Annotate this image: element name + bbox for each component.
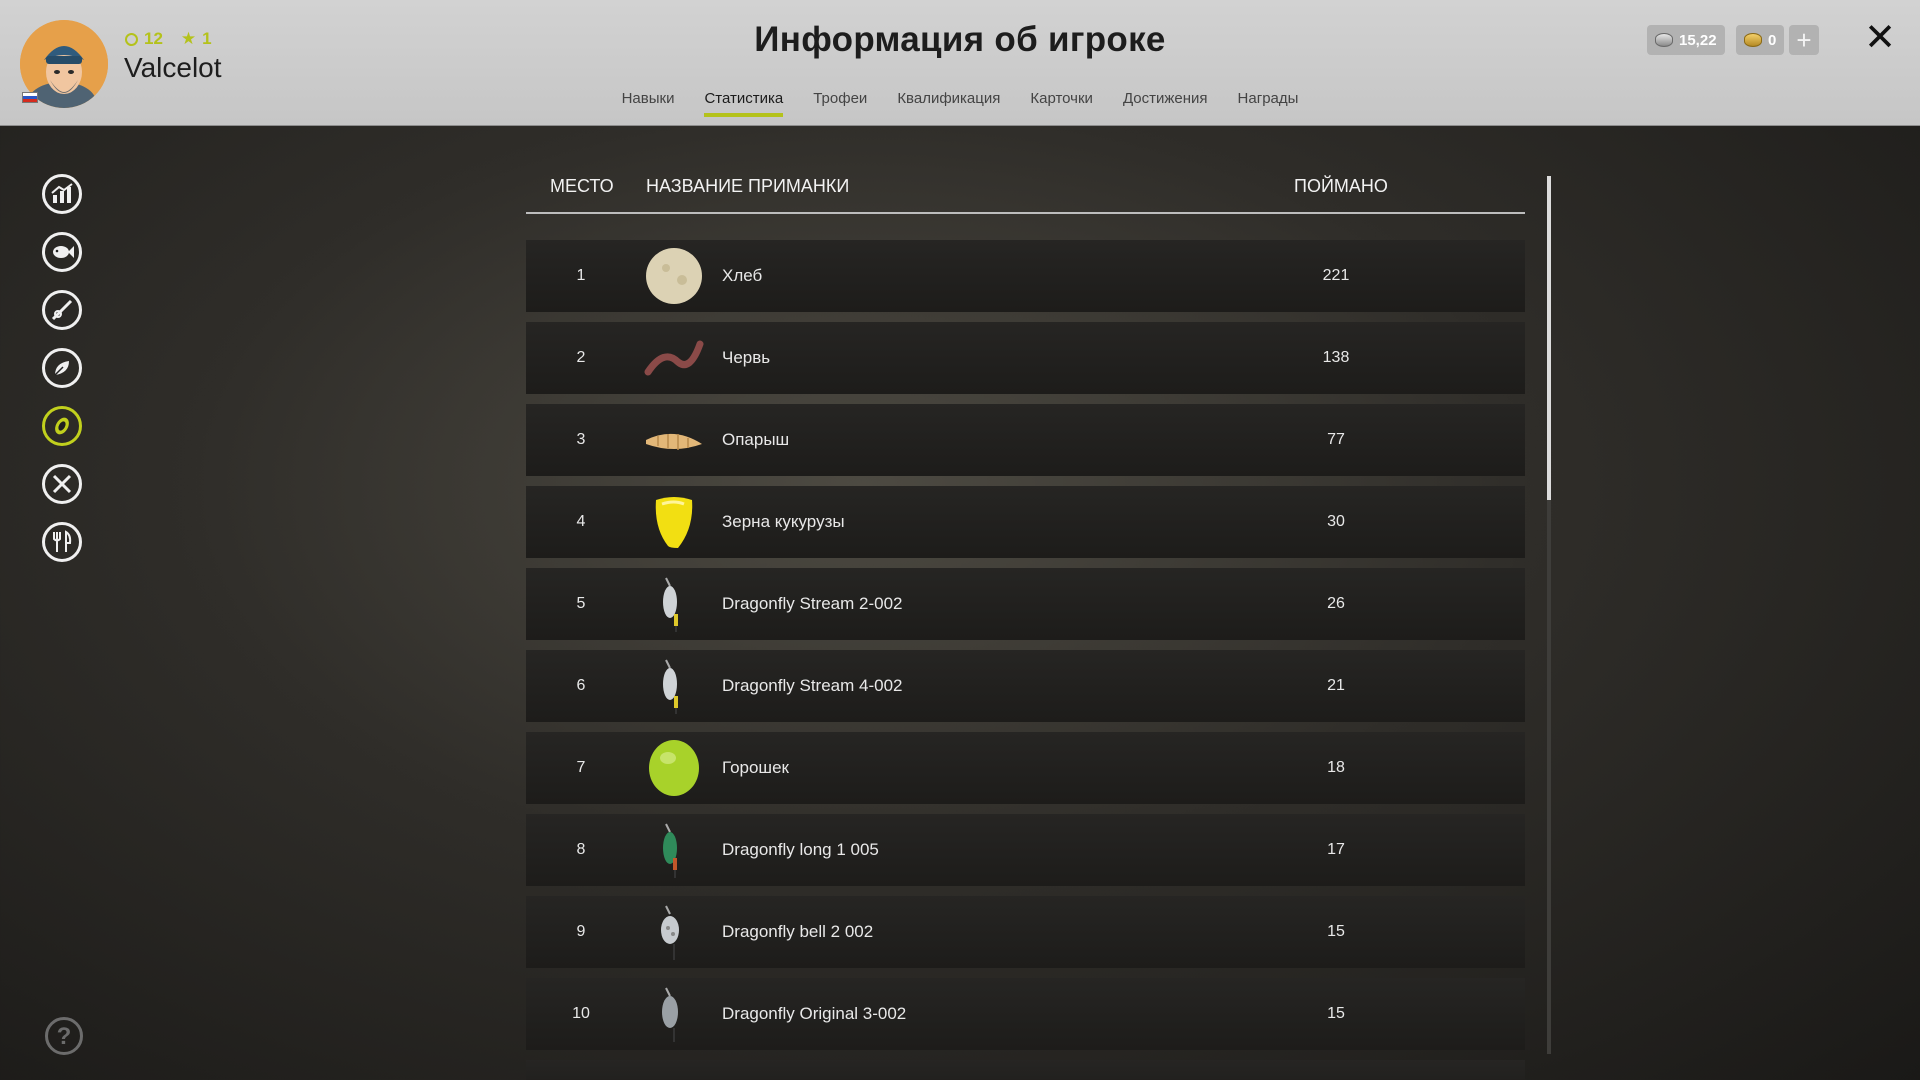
gold-balance: 0 (1736, 25, 1785, 55)
table-row[interactable]: 10 Dragonfly Original 3-002 15 (526, 978, 1525, 1050)
help-button[interactable]: ? (45, 1017, 83, 1055)
gold-amount: 0 (1768, 31, 1777, 49)
tab-rewards[interactable]: Награды (1238, 88, 1299, 117)
row-place: 2 (576, 349, 586, 366)
row-bait-name: Зерна кукурузы (722, 512, 845, 531)
corn-icon (644, 492, 704, 552)
bait-icon[interactable] (42, 348, 82, 388)
add-currency-button[interactable]: + (1789, 25, 1819, 55)
tools-icon[interactable] (42, 464, 82, 504)
row-caught: 30 (1327, 513, 1345, 530)
row-bait-name: Хлеб (722, 266, 763, 285)
table-row[interactable]: 3 Опарыш 77 (526, 404, 1525, 476)
row-place: 6 (576, 677, 586, 694)
table-scrollbar[interactable] (1547, 176, 1551, 1054)
maggot-icon (644, 410, 704, 470)
row-place: 7 (576, 759, 586, 776)
table-row-partial[interactable] (526, 1060, 1525, 1080)
food-icon[interactable] (42, 522, 82, 562)
row-bait-name: Dragonfly Stream 2-002 (722, 594, 903, 613)
row-bait-name: Червь (722, 348, 771, 367)
chart-icon[interactable] (42, 174, 82, 214)
table-row[interactable]: 6 Dragonfly Stream 4-002 21 (526, 650, 1525, 722)
row-place: 9 (576, 923, 586, 940)
row-place: 8 (576, 841, 586, 858)
spinner-green-icon (644, 820, 704, 880)
row-caught: 15 (1327, 923, 1345, 940)
scrollbar-thumb[interactable] (1547, 176, 1551, 500)
close-button[interactable]: ✕ (1862, 19, 1898, 57)
header: 12 ★ 1 Valcelot Информация об игроке Нав… (0, 0, 1920, 126)
table-row[interactable]: 8 Dragonfly long 1 005 17 (526, 814, 1525, 886)
category-sidebar (42, 174, 84, 580)
row-caught: 221 (1322, 267, 1350, 284)
row-bait-name: Dragonfly long 1 005 (722, 840, 879, 859)
row-bait-name: Dragonfly Original 3-002 (722, 1004, 907, 1023)
bread-icon (644, 246, 704, 306)
table-row[interactable]: 9 Dragonfly bell 2 002 15 (526, 896, 1525, 968)
column-header-place[interactable]: МЕСТО (550, 176, 614, 197)
tab-achievements[interactable]: Достижения (1123, 88, 1208, 117)
row-caught: 77 (1327, 431, 1345, 448)
gold-coin-icon (1744, 33, 1762, 47)
silver-amount: 15,22 (1679, 31, 1717, 49)
table-row[interactable]: 1 Хлеб 221 (526, 240, 1525, 312)
fish-icon[interactable] (42, 232, 82, 272)
table-row[interactable]: 5 Dragonfly Stream 2-002 26 (526, 568, 1525, 640)
row-place: 5 (576, 595, 586, 612)
table-row[interactable]: 4 Зерна кукурузы 30 (526, 486, 1525, 558)
table-row[interactable]: 2 Червь 138 (526, 322, 1525, 394)
row-caught: 17 (1327, 841, 1345, 858)
silver-coin-icon (1655, 33, 1673, 47)
row-caught: 18 (1327, 759, 1345, 776)
spinner-icon (644, 902, 704, 962)
column-header-name[interactable]: НАЗВАНИЕ ПРИМАНКИ (646, 176, 849, 197)
row-caught: 21 (1327, 677, 1345, 694)
column-header-caught[interactable]: ПОЙМАНО (1294, 176, 1388, 197)
spinner-icon (644, 656, 704, 716)
row-bait-name: Опарыш (722, 430, 790, 449)
tab-statistics[interactable]: Статистика (704, 88, 783, 117)
row-bait-name: Горошек (722, 758, 789, 777)
tab-skills[interactable]: Навыки (622, 88, 675, 117)
row-place: 10 (572, 1005, 590, 1022)
row-place: 4 (576, 513, 586, 530)
lure-icon[interactable] (42, 406, 82, 446)
row-place: 1 (576, 267, 586, 284)
tab-bar: Навыки Статистика Трофеи Квалификация Ка… (0, 88, 1920, 117)
page-title: Информация об игроке (754, 20, 1166, 59)
worm-icon (644, 328, 704, 388)
row-caught: 15 (1327, 1005, 1345, 1022)
silver-balance: 15,22 (1647, 25, 1725, 55)
bait-stats-table: МЕСТО НАЗВАНИЕ ПРИМАНКИ ПОЙМАНО 1 Хлеб 2… (526, 170, 1525, 1080)
pea-icon (644, 738, 704, 798)
tab-cards[interactable]: Карточки (1030, 88, 1093, 117)
row-caught: 26 (1327, 595, 1345, 612)
row-bait-name: Dragonfly Stream 4-002 (722, 676, 903, 695)
row-caught: 138 (1322, 349, 1350, 366)
row-bait-name: Dragonfly bell 2 002 (722, 922, 874, 941)
tab-qualification[interactable]: Квалификация (897, 88, 1000, 117)
tab-trophies[interactable]: Трофеи (813, 88, 867, 117)
table-header: МЕСТО НАЗВАНИЕ ПРИМАНКИ ПОЙМАНО (526, 170, 1525, 214)
rod-icon[interactable] (42, 290, 82, 330)
spinner-icon (644, 574, 704, 634)
spinner-icon (644, 984, 704, 1044)
row-place: 3 (576, 431, 586, 448)
table-row[interactable]: 7 Горошек 18 (526, 732, 1525, 804)
